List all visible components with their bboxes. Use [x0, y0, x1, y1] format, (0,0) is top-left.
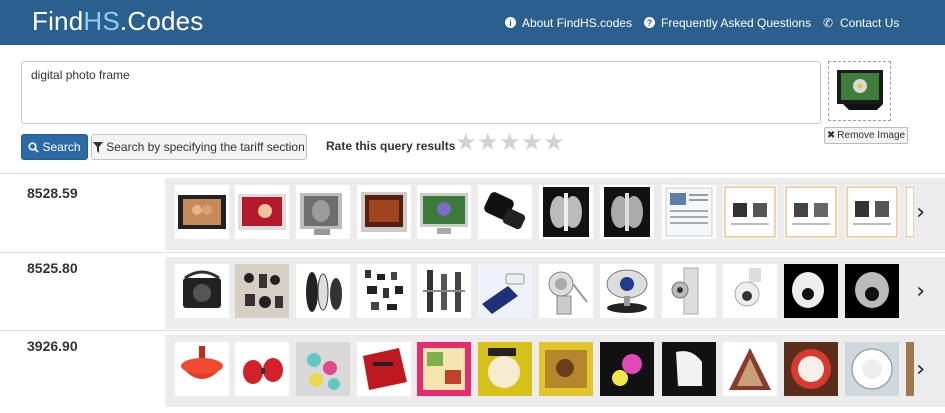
star-icon[interactable]: ★ [455, 131, 477, 155]
product-image[interactable] [723, 342, 777, 396]
logo-text-find: Find [32, 6, 84, 36]
query-text: digital photo frame [31, 68, 130, 82]
divider [0, 252, 945, 253]
product-image[interactable] [175, 264, 229, 318]
nav-about-label: About FindHS.codes [522, 15, 633, 30]
result-row: 8525.80 › [0, 257, 945, 335]
nav-faq[interactable]: ? Frequently Asked Questions [644, 0, 811, 45]
product-image[interactable] [906, 185, 914, 239]
hs-code[interactable]: 3926.90 [27, 338, 78, 354]
product-image[interactable] [235, 185, 289, 239]
star-icon[interactable]: ★ [477, 131, 499, 155]
top-navbar: FindHS.Codes i About FindHS.codes ? Freq… [0, 0, 945, 45]
site-logo[interactable]: FindHS.Codes [32, 6, 204, 37]
logo-text-hs: HS [83, 6, 120, 36]
chevron-right-icon[interactable]: › [916, 279, 925, 304]
product-image[interactable] [235, 264, 289, 318]
product-image[interactable] [662, 342, 716, 396]
rate-query-label: Rate this query results [326, 139, 456, 153]
query-textarea[interactable]: digital photo frame [21, 61, 821, 124]
logo-text-codes: .Codes [119, 6, 204, 36]
result-row: 3926.90 › [0, 335, 945, 413]
product-image[interactable] [357, 342, 411, 396]
product-image[interactable] [662, 185, 716, 239]
image-carousel: › [165, 257, 945, 329]
product-image[interactable] [845, 264, 899, 318]
divider [0, 173, 945, 174]
product-image[interactable] [296, 342, 350, 396]
product-image[interactable] [539, 264, 593, 318]
search-button-label: Search [42, 140, 81, 154]
search-button[interactable]: Search [21, 134, 88, 160]
nav-faq-label: Frequently Asked Questions [661, 15, 812, 30]
star-icon[interactable]: ★ [499, 131, 521, 155]
info-icon: i [505, 17, 516, 28]
question-icon: ? [644, 17, 655, 28]
product-image[interactable] [296, 264, 350, 318]
product-image[interactable] [357, 264, 411, 318]
product-image[interactable] [845, 342, 899, 396]
product-image[interactable] [478, 185, 532, 239]
nav-about[interactable]: i About FindHS.codes [505, 0, 632, 45]
remove-image-button[interactable]: ✖ Remove Image [824, 127, 908, 144]
product-image[interactable] [845, 185, 899, 239]
close-icon: ✖ [826, 130, 836, 141]
product-image[interactable] [600, 342, 654, 396]
product-image[interactable] [723, 185, 777, 239]
product-image[interactable] [784, 185, 838, 239]
product-image[interactable] [417, 342, 471, 396]
hs-code[interactable]: 8528.59 [27, 185, 78, 201]
tariff-button-label: Search by specifying the tariff section [106, 140, 305, 154]
product-image[interactable] [478, 342, 532, 396]
product-image[interactable] [784, 264, 838, 318]
star-icon[interactable]: ★ [521, 131, 543, 155]
filter-icon [93, 141, 104, 153]
uploaded-image-thumbnail[interactable] [828, 61, 891, 121]
tariff-section-search-button[interactable]: Search by specifying the tariff section [91, 134, 307, 160]
chevron-right-icon[interactable]: › [916, 200, 925, 225]
product-image[interactable] [600, 185, 654, 239]
remove-image-label: Remove Image [837, 130, 906, 141]
product-image[interactable] [662, 264, 716, 318]
chevron-right-icon[interactable]: › [916, 357, 925, 382]
search-icon [28, 141, 40, 153]
nav-contact[interactable]: ✆ Contact Us [822, 0, 899, 45]
product-image[interactable] [784, 342, 838, 396]
product-image[interactable] [723, 264, 777, 318]
product-image[interactable] [539, 185, 593, 239]
image-carousel: › [165, 178, 945, 250]
product-image[interactable] [175, 185, 229, 239]
divider [0, 330, 945, 331]
result-row: 8528.59 › [0, 178, 945, 256]
hs-code[interactable]: 8525.80 [27, 260, 78, 276]
product-image[interactable] [296, 185, 350, 239]
product-image[interactable] [417, 185, 471, 239]
product-image[interactable] [235, 342, 289, 396]
product-image[interactable] [906, 342, 914, 396]
rating-stars[interactable]: ★ ★ ★ ★ ★ [455, 131, 565, 155]
product-image[interactable] [417, 264, 471, 318]
star-icon[interactable]: ★ [543, 131, 565, 155]
product-image[interactable] [600, 264, 654, 318]
product-image[interactable] [539, 342, 593, 396]
product-image[interactable] [175, 342, 229, 396]
image-carousel: › [165, 335, 945, 407]
phone-icon: ✆ [822, 15, 834, 30]
nav-contact-label: Contact Us [840, 15, 900, 30]
product-image[interactable] [478, 264, 532, 318]
product-image[interactable] [357, 185, 411, 239]
photo-frame-image [837, 70, 883, 110]
